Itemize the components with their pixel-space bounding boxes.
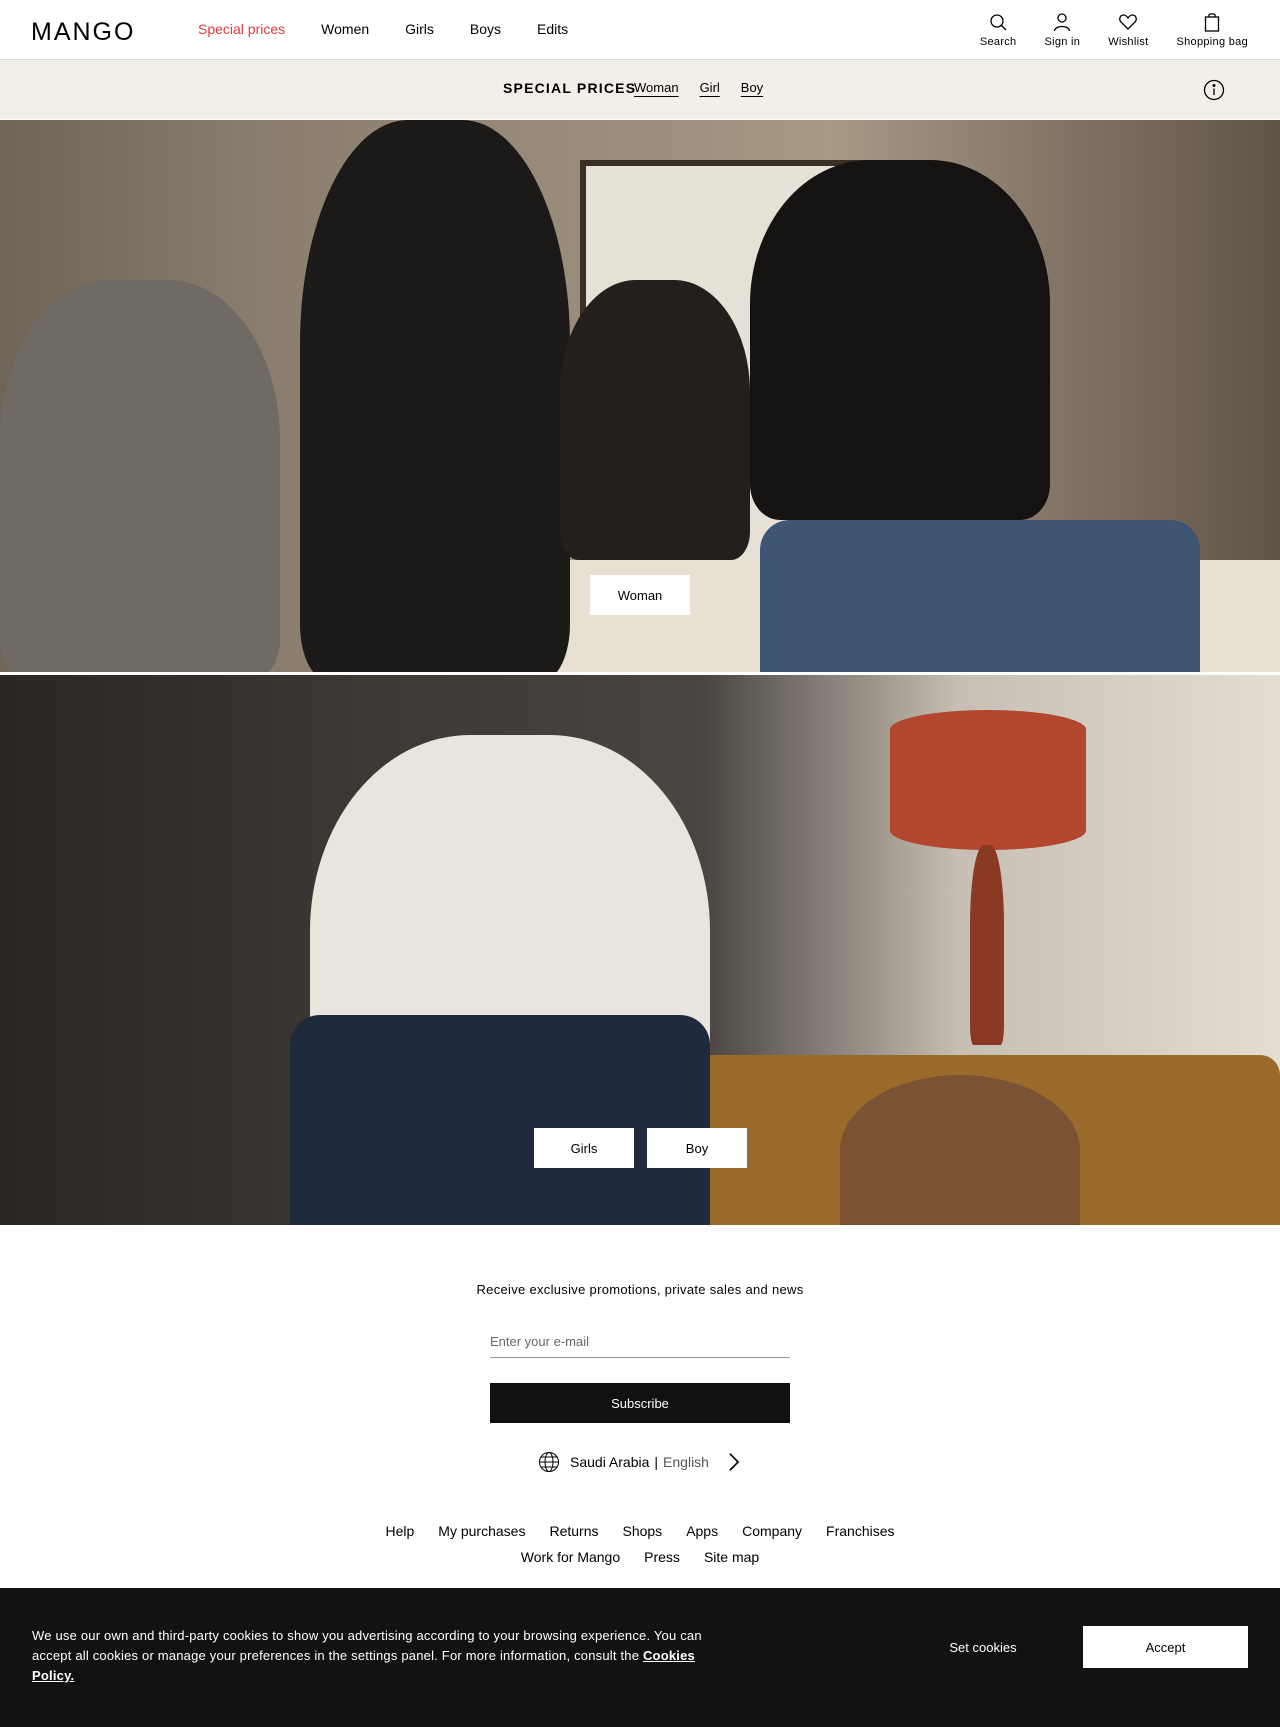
locale-separator: |: [654, 1454, 659, 1470]
set-cookies-button[interactable]: Set cookies: [910, 1626, 1056, 1668]
sub-link-boy[interactable]: Boy: [741, 80, 763, 95]
footer-link-my-purchases[interactable]: My purchases: [438, 1518, 525, 1544]
search-label: Search: [979, 36, 1017, 48]
country-label: Saudi Arabia: [570, 1454, 650, 1470]
header-actions: Search Sign in Wishlist Shopping bag: [952, 12, 1248, 48]
footer-link-work-for-mango[interactable]: Work for Mango: [521, 1544, 620, 1570]
man-center-figure: [560, 280, 750, 560]
girls-button[interactable]: Girls: [534, 1128, 634, 1168]
special-prices-title: SPECIAL PRICES: [503, 80, 637, 96]
footer-link-apps[interactable]: Apps: [686, 1518, 718, 1544]
nav-edits[interactable]: Edits: [537, 21, 568, 37]
footer-link-franchises[interactable]: Franchises: [826, 1518, 894, 1544]
chevron-right-icon: [729, 1453, 740, 1471]
main-nav: Special prices Women Girls Boys Edits: [198, 21, 604, 37]
wishlist-label: Wishlist: [1108, 36, 1149, 48]
header: MANGO Special prices Women Girls Boys Ed…: [0, 0, 1280, 60]
mango-logo[interactable]: MANGO: [31, 18, 135, 47]
nav-boys[interactable]: Boys: [470, 21, 501, 37]
footer-links: Help My purchases Returns Shops Apps Com…: [0, 1518, 1280, 1570]
man-left-figure: [0, 280, 280, 672]
cookie-text: We use our own and third-party cookies t…: [32, 1626, 712, 1686]
sub-link-girl[interactable]: Girl: [700, 80, 720, 95]
info-icon[interactable]: [1203, 79, 1225, 101]
girl-jeans: [290, 1015, 710, 1225]
woman-black-dress-figure: [300, 120, 570, 672]
sign-in-button[interactable]: Sign in: [1044, 12, 1080, 48]
lamp-stem: [970, 845, 1004, 1045]
shopping-bag-button[interactable]: Shopping bag: [1177, 12, 1249, 48]
footer-link-shops[interactable]: Shops: [622, 1518, 662, 1544]
denim-jeans: [760, 520, 1200, 672]
hero-kids-banner[interactable]: Girls Boy: [0, 675, 1280, 1225]
search-icon: [990, 14, 1007, 31]
cookie-message: We use our own and third-party cookies t…: [32, 1628, 702, 1663]
wishlist-button[interactable]: Wishlist: [1108, 12, 1148, 48]
globe-icon: [539, 1452, 559, 1472]
woman-right-figure: [750, 160, 1050, 520]
user-icon: [1054, 13, 1071, 32]
bag-icon: [1205, 13, 1220, 32]
sub-link-woman[interactable]: Woman: [634, 80, 679, 95]
language-label: English: [663, 1454, 709, 1470]
search-button[interactable]: Search: [980, 12, 1017, 48]
accept-cookies-button[interactable]: Accept: [1083, 1626, 1248, 1668]
email-field[interactable]: [490, 1326, 790, 1358]
newsletter-text: Receive exclusive promotions, private sa…: [476, 1282, 804, 1297]
nav-special-prices[interactable]: Special prices: [198, 21, 285, 37]
cookie-banner: We use our own and third-party cookies t…: [0, 1588, 1280, 1727]
nav-women[interactable]: Women: [321, 21, 369, 37]
boy-figure: [840, 1075, 1080, 1225]
shopping-bag-label: Shopping bag: [1176, 36, 1248, 48]
lamp-shade: [890, 710, 1086, 850]
woman-button[interactable]: Woman: [590, 575, 690, 615]
footer-link-press[interactable]: Press: [644, 1544, 680, 1570]
footer-link-returns[interactable]: Returns: [549, 1518, 598, 1544]
footer-link-help[interactable]: Help: [386, 1518, 415, 1544]
special-prices-links: Woman Girl Boy: [634, 80, 784, 95]
hero-woman-banner[interactable]: Woman: [0, 120, 1280, 672]
nav-girls[interactable]: Girls: [405, 21, 434, 37]
footer-link-site-map[interactable]: Site map: [704, 1544, 759, 1570]
heart-icon: [1119, 14, 1138, 30]
footer-link-company[interactable]: Company: [742, 1518, 802, 1544]
subscribe-button[interactable]: Subscribe: [490, 1383, 790, 1423]
locale-selector[interactable]: Saudi Arabia | English: [538, 1451, 755, 1473]
boy-button[interactable]: Boy: [647, 1128, 747, 1168]
sign-in-label: Sign in: [1044, 36, 1081, 48]
special-prices-bar: SPECIAL PRICES Woman Girl Boy: [0, 60, 1280, 119]
